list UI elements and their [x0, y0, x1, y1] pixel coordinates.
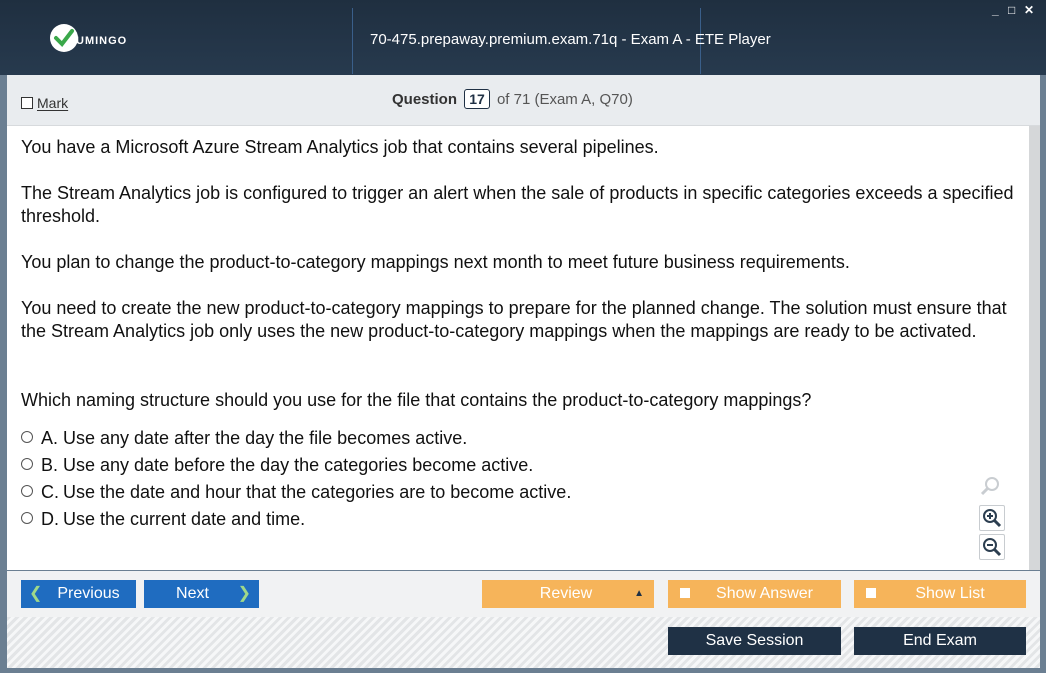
- check-logo-icon: [50, 24, 78, 52]
- window-title: 70-475.prepaway.premium.exam.71q - Exam …: [370, 31, 771, 48]
- question-prompt: Which naming structure should you use fo…: [21, 390, 812, 410]
- question-number-input[interactable]: 17: [464, 89, 490, 109]
- minimize-button[interactable]: _: [992, 4, 999, 16]
- app-window: UMINGO 70-475.prepaway.premium.exam.71q …: [0, 0, 1046, 673]
- show-list-toggle[interactable]: Show List: [854, 580, 1026, 608]
- logo-text: UMINGO: [76, 35, 128, 47]
- previous-button[interactable]: ❮ Previous: [21, 580, 136, 608]
- option-letter: B.: [41, 455, 59, 475]
- review-button[interactable]: Review ▲: [482, 580, 654, 608]
- checkbox-icon: [866, 588, 876, 598]
- answer-option-b[interactable]: B. Use any date before the day the catego…: [21, 454, 533, 476]
- answer-option-a[interactable]: A. Use any date after the day the file be…: [21, 427, 467, 449]
- zoom-out-icon[interactable]: [979, 534, 1005, 560]
- option-letter: D.: [41, 509, 59, 529]
- navigation-bar: ❮ Previous Next ❯ Review ▲ Show Answer S…: [7, 571, 1040, 617]
- answer-option-d[interactable]: D. Use the current date and time.: [21, 508, 305, 530]
- next-button[interactable]: Next ❯: [144, 580, 259, 608]
- question-count: of 71 (Exam A, Q70): [496, 91, 633, 108]
- answer-option-c[interactable]: C. Use the date and hour that the categor…: [21, 481, 571, 503]
- checkbox-icon: [680, 588, 690, 598]
- question-content: You have a Microsoft Azure Stream Analyt…: [7, 126, 1029, 570]
- end-exam-button[interactable]: End Exam: [854, 627, 1026, 655]
- show-answer-toggle[interactable]: Show Answer: [668, 580, 841, 608]
- app-logo: UMINGO: [50, 24, 145, 54]
- maximize-button[interactable]: □: [1008, 4, 1015, 16]
- option-letter: A.: [41, 428, 59, 448]
- previous-label: Previous: [57, 585, 120, 602]
- radio-icon: [21, 458, 33, 470]
- title-divider: [352, 8, 353, 74]
- question-paragraph: You have a Microsoft Azure Stream Analyt…: [21, 137, 659, 157]
- show-list-label: Show List: [915, 585, 985, 602]
- question-label: Question: [392, 91, 458, 108]
- question-paragraph: You plan to change the product-to-catego…: [21, 252, 850, 272]
- chevron-left-icon: ❮: [29, 585, 43, 602]
- mark-checkbox[interactable]: Mark: [21, 95, 68, 111]
- checkbox-icon: [21, 97, 33, 109]
- question-paragraph: You need to create the new product-to-ca…: [21, 298, 1007, 341]
- question-info: Question 17 of 71 (Exam A, Q70): [392, 89, 633, 109]
- option-text: Use any date before the day the categori…: [63, 455, 534, 475]
- next-label: Next: [176, 585, 209, 602]
- question-header: Mark Question 17 of 71 (Exam A, Q70): [7, 75, 1040, 126]
- action-bar: Save Session End Exam: [7, 617, 1040, 668]
- option-letter: C.: [41, 482, 59, 502]
- option-text: Use the date and hour that the categorie…: [63, 482, 572, 502]
- caret-up-icon: ▲: [634, 588, 644, 599]
- radio-icon: [21, 431, 33, 443]
- title-bar: UMINGO 70-475.prepaway.premium.exam.71q …: [0, 0, 1046, 75]
- radio-icon: [21, 512, 33, 524]
- option-text: Use the current date and time.: [63, 509, 306, 529]
- vertical-scrollbar[interactable]: [1029, 126, 1040, 570]
- zoom-in-icon[interactable]: [979, 505, 1005, 531]
- search-icon: [979, 474, 1003, 498]
- radio-icon: [21, 485, 33, 497]
- question-paragraph: The Stream Analytics job is configured t…: [21, 183, 1014, 226]
- option-text: Use any date after the day the file beco…: [63, 428, 468, 448]
- chevron-right-icon: ❯: [237, 585, 251, 602]
- close-button[interactable]: ✕: [1024, 4, 1034, 16]
- show-answer-label: Show Answer: [716, 585, 813, 602]
- save-session-button[interactable]: Save Session: [668, 627, 841, 655]
- mark-label: Mark: [37, 95, 69, 111]
- review-label: Review: [539, 585, 593, 602]
